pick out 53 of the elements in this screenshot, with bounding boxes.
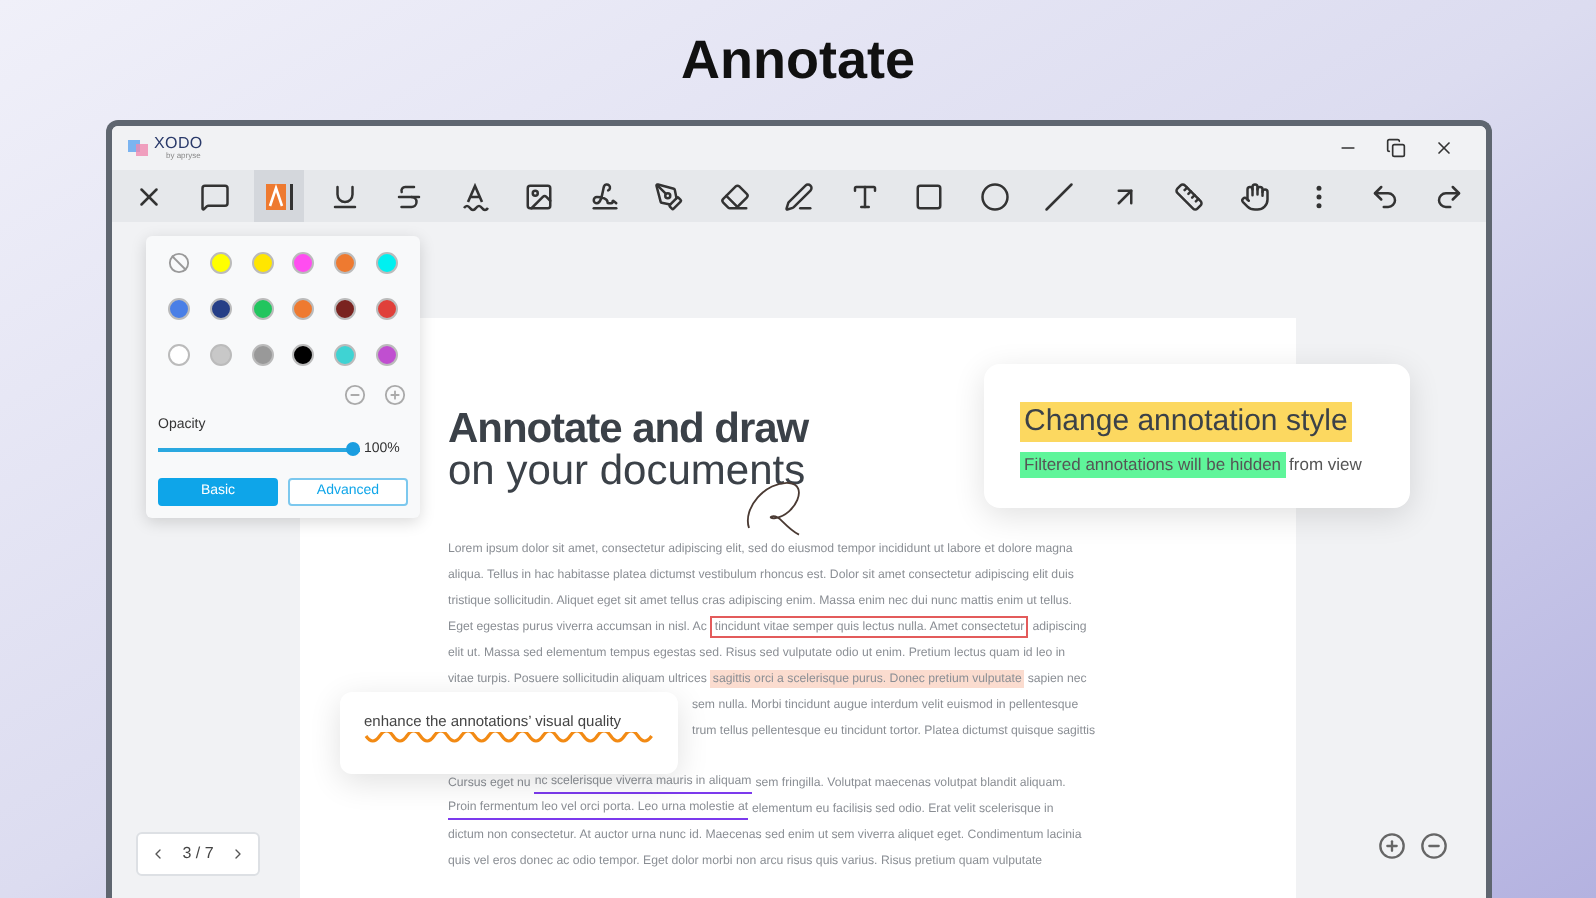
line-icon	[1044, 181, 1074, 211]
color-swatch[interactable]	[334, 344, 357, 366]
underline-icon	[329, 181, 359, 211]
color-swatch[interactable]	[292, 252, 315, 274]
previous-page-icon[interactable]	[150, 846, 166, 862]
color-swatch[interactable]	[209, 252, 232, 274]
color-swatch[interactable]	[167, 344, 190, 366]
color-swatch[interactable]	[376, 298, 399, 320]
logo-text: XODO	[154, 136, 203, 152]
highlighted-note: Filtered annotations will be hidden	[1020, 452, 1286, 478]
color-swatch[interactable]	[251, 252, 274, 274]
color-swatch[interactable]	[334, 252, 357, 274]
squiggly-text-icon	[459, 181, 489, 211]
page-indicator: 3 / 7	[182, 842, 214, 866]
highlight-text-icon	[264, 181, 294, 211]
close-icon[interactable]	[1434, 138, 1454, 158]
document-subtitle: on your documents	[448, 450, 806, 492]
color-swatch[interactable]	[167, 298, 190, 320]
strikethrough-icon	[394, 181, 424, 211]
color-swatch[interactable]	[251, 344, 274, 366]
toolbar-button[interactable]	[254, 170, 304, 222]
redo-icon	[1434, 181, 1464, 211]
color-swatch[interactable]	[251, 298, 274, 320]
color-swatch[interactable]	[334, 298, 357, 320]
logo-icon	[128, 138, 148, 158]
wavy-line-icon	[364, 732, 656, 747]
restore-icon[interactable]	[1386, 138, 1406, 158]
marker-icon	[784, 181, 814, 211]
circle-icon	[979, 181, 1009, 211]
note-text: from view	[1289, 452, 1362, 478]
no-color-icon[interactable]	[167, 252, 190, 274]
color-swatch[interactable]	[209, 298, 232, 320]
document-title: Annotate and draw	[448, 408, 809, 450]
color-swatch[interactable]	[376, 344, 399, 366]
callout-title: Change annotation style	[1020, 402, 1352, 442]
color-swatch[interactable]	[292, 344, 315, 366]
zoom-in-icon[interactable]	[1378, 832, 1406, 860]
signature-icon	[589, 181, 619, 211]
color-swatch[interactable]	[292, 298, 315, 320]
image-icon	[524, 181, 554, 211]
headline: Annotate	[681, 27, 915, 94]
text-tool-icon	[849, 181, 879, 211]
color-swatch[interactable]	[376, 252, 399, 274]
hand-icon	[1239, 181, 1269, 211]
pen-icon	[654, 181, 684, 211]
undo-icon	[1369, 181, 1399, 211]
comment-icon	[199, 181, 229, 211]
opacity-slider[interactable]	[158, 442, 360, 457]
zoom-out-icon[interactable]	[1420, 832, 1448, 860]
eraser-icon	[719, 181, 749, 211]
color-swatch[interactable]	[209, 344, 232, 366]
rectangle-icon	[914, 181, 944, 211]
ruler-icon	[1174, 181, 1204, 211]
